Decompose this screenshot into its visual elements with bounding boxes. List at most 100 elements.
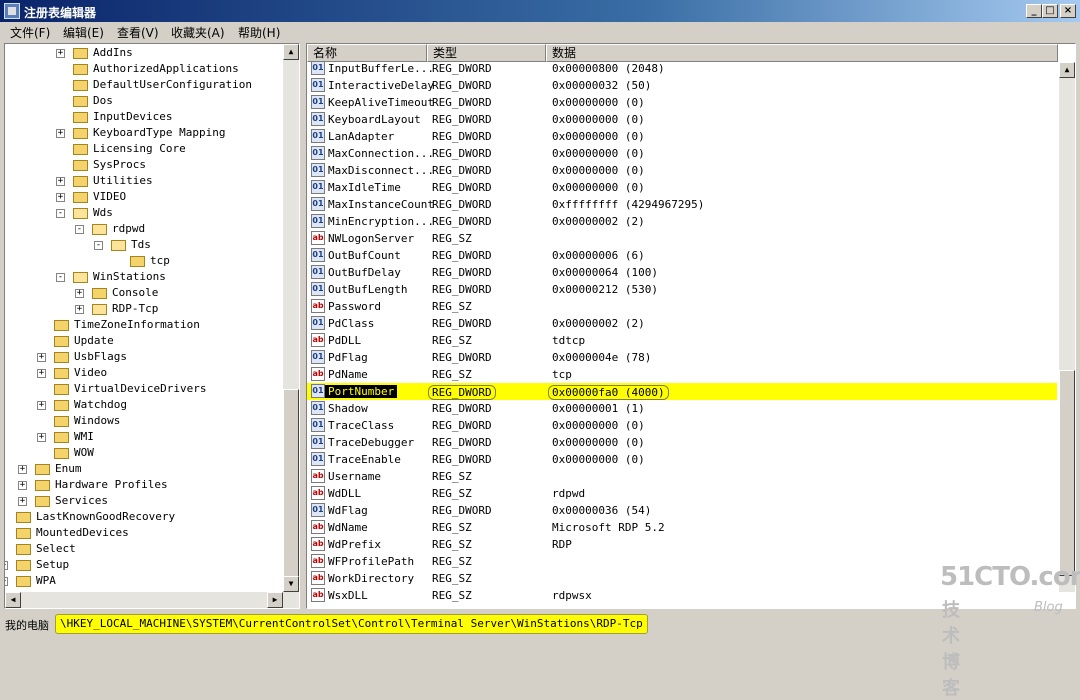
value-row[interactable]: 01 KeepAliveTimeout REG_DWORD 0x00000000 (0… (307, 94, 1057, 111)
folder-icon (73, 112, 88, 123)
value-row[interactable]: ab WdPrefix REG_SZ RDP (307, 536, 1057, 553)
value-row[interactable]: 01 Shadow REG_DWORD 0x00000001 (1) (307, 400, 1057, 417)
binary-value-icon: 01 (311, 384, 325, 398)
list-scroll-up-button[interactable]: ▲ (1059, 62, 1075, 78)
folder-icon (16, 512, 31, 523)
tree-horizontal-scrollbar[interactable]: ◀ ▶ (5, 592, 299, 608)
menu-favorites[interactable]: 收藏夹(A) (171, 24, 225, 41)
expand-icon[interactable]: + (18, 465, 27, 474)
value-row[interactable]: 01 KeyboardLayout REG_DWORD 0x00000000 (0) (307, 111, 1057, 128)
value-row[interactable]: ab PdName REG_SZ tcp (307, 366, 1057, 383)
value-row[interactable]: ab Username REG_SZ (307, 468, 1057, 485)
menu-view[interactable]: 查看(V) (117, 24, 159, 41)
value-row[interactable]: 01 MaxConnection... REG_DWORD 0x00000000 (0… (307, 145, 1057, 162)
value-row[interactable]: 01 PdFlag REG_DWORD 0x0000004e (78) (307, 349, 1057, 366)
value-type: REG_DWORD (432, 402, 492, 415)
expand-icon[interactable]: + (37, 369, 46, 378)
value-row[interactable]: 01 OutBufDelay REG_DWORD 0x00000064 (100) (307, 264, 1057, 281)
value-row[interactable]: ab NWLogonServer REG_SZ (307, 230, 1057, 247)
value-row[interactable]: 01 TraceEnable REG_DWORD 0x00000000 (0) (307, 451, 1057, 468)
value-row[interactable]: 01 InputBufferLe... REG_DWORD 0x00000800 (2… (307, 60, 1057, 77)
value-data: 0x00000000 (0) (552, 164, 645, 177)
value-name: WFProfilePath (328, 555, 415, 568)
collapse-icon[interactable]: - (75, 225, 84, 234)
value-row[interactable]: 01 OutBufCount REG_DWORD 0x00000006 (6) (307, 247, 1057, 264)
registry-tree-pane[interactable]: + AddIns AuthorizedApplications DefaultUser… (4, 43, 300, 609)
expand-icon[interactable]: + (5, 577, 8, 586)
value-row[interactable]: 01 MinEncryption... REG_DWORD 0x00000002 (2… (307, 213, 1057, 230)
binary-value-icon: 01 (311, 418, 325, 432)
value-row[interactable]: 01 TraceDebugger REG_DWORD 0x00000000 (0) (307, 434, 1057, 451)
value-data: 0x00000002 (2) (552, 215, 645, 228)
status-key-path: \HKEY_LOCAL_MACHINE\SYSTEM\CurrentContro… (55, 614, 648, 634)
binary-value-icon: 01 (311, 265, 325, 279)
collapse-icon[interactable]: - (56, 209, 65, 218)
expand-icon[interactable]: + (56, 129, 65, 138)
list-scroll-thumb[interactable] (1059, 370, 1075, 576)
tree-scroll-up-button[interactable]: ▲ (283, 44, 299, 60)
tree-scroll-left-button[interactable]: ◀ (5, 592, 21, 608)
maximize-button[interactable]: □ (1042, 4, 1058, 18)
binary-value-icon: 01 (311, 197, 325, 211)
value-row[interactable]: ab WFProfilePath REG_SZ (307, 553, 1057, 570)
list-vertical-scrollbar[interactable]: ▲ (1059, 62, 1075, 592)
tree-node-label: UsbFlags (74, 350, 127, 363)
value-row[interactable]: ab WdName REG_SZ Microsoft RDP 5.2 (307, 519, 1057, 536)
collapse-icon[interactable]: - (94, 241, 103, 250)
value-row[interactable]: 01 MaxIdleTime REG_DWORD 0x00000000 (0) (307, 179, 1057, 196)
value-name: WdPrefix (328, 538, 381, 551)
folder-icon (54, 432, 69, 443)
value-type: REG_DWORD (432, 215, 492, 228)
expand-icon[interactable]: + (56, 193, 65, 202)
expand-icon[interactable]: + (37, 433, 46, 442)
value-type: REG_DWORD (432, 249, 492, 262)
menu-help[interactable]: 帮助(H) (238, 24, 280, 41)
value-data: 0x00000000 (0) (552, 113, 645, 126)
expand-icon[interactable]: + (56, 49, 65, 58)
value-row[interactable]: 01 LanAdapter REG_DWORD 0x00000000 (0) (307, 128, 1057, 145)
minimize-button[interactable]: _ (1026, 4, 1042, 18)
menu-edit[interactable]: 编辑(E) (63, 24, 104, 41)
binary-value-icon: 01 (311, 146, 325, 160)
value-row[interactable]: ab WdDLL REG_SZ rdpwd (307, 485, 1057, 502)
expand-icon[interactable]: + (37, 353, 46, 362)
folder-icon (54, 320, 69, 331)
value-row[interactable]: 01 TraceClass REG_DWORD 0x00000000 (0) (307, 417, 1057, 434)
tree-vertical-scrollbar[interactable]: ▲ ▼ (283, 44, 299, 592)
value-name: OutBufCount (328, 249, 401, 262)
value-row[interactable]: ab WsxDLL REG_SZ rdpwsx (307, 587, 1057, 604)
value-name: NWLogonServer (328, 232, 415, 245)
value-type: REG_DWORD (432, 436, 492, 449)
binary-value-icon: 01 (311, 401, 325, 415)
value-row[interactable]: 01 WdFlag REG_DWORD 0x00000036 (54) (307, 502, 1057, 519)
string-value-icon: ab (311, 333, 325, 347)
expand-icon[interactable]: + (75, 305, 84, 314)
value-row[interactable]: ab Password REG_SZ (307, 298, 1057, 315)
values-list-pane[interactable]: 名称 类型 数据 01 InputBufferLe... REG_DWORD 0x00… (306, 43, 1076, 609)
expand-icon[interactable]: + (18, 497, 27, 506)
expand-icon[interactable]: + (56, 177, 65, 186)
value-row[interactable]: ab PdDLL REG_SZ tdtcp (307, 332, 1057, 349)
value-row[interactable]: 01 PdClass REG_DWORD 0x00000002 (2) (307, 315, 1057, 332)
value-row[interactable]: ab WorkDirectory REG_SZ (307, 570, 1057, 587)
value-row[interactable]: 01 OutBufLength REG_DWORD 0x00000212 (530) (307, 281, 1057, 298)
value-row[interactable]: 01 MaxDisconnect... REG_DWORD 0x00000000 (0… (307, 162, 1057, 179)
menu-file[interactable]: 文件(F) (10, 24, 50, 41)
tree-scroll-down-button[interactable]: ▼ (283, 576, 299, 592)
close-button[interactable]: × (1060, 4, 1076, 18)
expand-icon[interactable]: + (18, 481, 27, 490)
value-row[interactable]: 01 MaxInstanceCount REG_DWORD 0xffffffff (4… (307, 196, 1057, 213)
collapse-icon[interactable]: - (56, 273, 65, 282)
value-row[interactable]: 01 PortNumber REG_DWORD 0x00000fa0 (4000) (307, 383, 1057, 400)
value-type: REG_DWORD (432, 147, 492, 160)
binary-value-icon: 01 (311, 180, 325, 194)
expand-icon[interactable]: + (37, 401, 46, 410)
string-value-icon: ab (311, 520, 325, 534)
expand-icon[interactable]: + (5, 561, 8, 570)
value-row[interactable]: 01 InteractiveDelay REG_DWORD 0x00000032 (5… (307, 77, 1057, 94)
tree-scroll-thumb[interactable] (283, 389, 299, 585)
value-data: 0x00000000 (0) (552, 436, 645, 449)
folder-icon (73, 64, 88, 75)
tree-scroll-right-button[interactable]: ▶ (267, 592, 283, 608)
expand-icon[interactable]: + (75, 289, 84, 298)
